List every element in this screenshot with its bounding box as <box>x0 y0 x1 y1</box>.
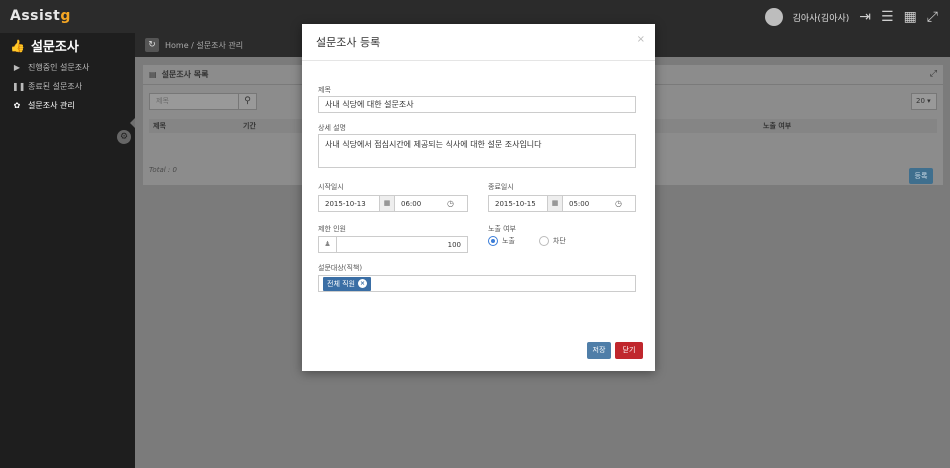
target-input[interactable]: 전체 직원 × <box>318 275 636 292</box>
limit-label: 제한 인원 <box>318 225 346 233</box>
close-icon[interactable]: × <box>637 34 645 45</box>
radio-show-label[interactable]: 노출 <box>502 236 515 246</box>
end-date-input[interactable]: 2015-10-15 <box>489 200 547 208</box>
start-datetime-label: 시작일시 <box>318 183 344 191</box>
calendar-icon[interactable]: ▦ <box>547 196 563 211</box>
expand-icon[interactable]: ⤢ <box>930 69 937 79</box>
search-icon[interactable]: ⚲ <box>238 94 256 109</box>
visibility-label: 노출 여부 <box>488 225 516 233</box>
sidebar-item-survey-management[interactable]: ✿ 설문조사 관리 <box>0 96 135 115</box>
description-label: 상세 설명 <box>318 124 346 132</box>
calendar-icon[interactable]: ▦ <box>379 196 395 211</box>
user-icon: ♟ <box>319 237 337 252</box>
target-tag: 전체 직원 × <box>323 276 371 291</box>
top-right-controls: 김아사(김아사) ⇥ ☰ ▦ ⤢ <box>764 8 938 26</box>
sidebar-item-ended-surveys[interactable]: ❚❚ 종료된 설문조사 <box>0 77 135 96</box>
modal-header: 설문조사 등록 × <box>302 24 655 61</box>
title-label: 제목 <box>318 86 331 94</box>
target-label: 설문대상(직책) <box>318 264 363 272</box>
modal-title: 설문조사 등록 <box>316 36 381 49</box>
save-button[interactable]: 저장 <box>587 342 611 359</box>
logout-icon[interactable]: ⇥ <box>859 9 871 25</box>
refresh-icon[interactable]: ↻ <box>145 38 159 52</box>
column-visibility[interactable]: 노출 여부 <box>759 121 791 131</box>
menu-icon[interactable]: ☰ <box>881 9 894 25</box>
close-button[interactable]: 닫기 <box>615 342 643 359</box>
search-input[interactable]: 제목 <box>150 94 238 109</box>
search-box: 제목 ⚲ <box>149 93 257 110</box>
pause-icon: ❚❚ <box>12 82 26 91</box>
clock-icon[interactable]: ◷ <box>615 199 622 208</box>
fullscreen-icon[interactable]: ⤢ <box>927 9 938 25</box>
total-count: Total : 0 <box>149 166 177 174</box>
title-input[interactable]: 사내 식당에 대한 설문조사 <box>318 96 636 113</box>
thumbs-up-icon: 👍 <box>10 38 25 53</box>
radio-block[interactable] <box>538 236 549 246</box>
register-button[interactable]: 등록 <box>909 168 933 184</box>
radio-show[interactable] <box>488 236 498 246</box>
remove-tag-icon[interactable]: × <box>358 279 367 288</box>
radio-block-label[interactable]: 차단 <box>553 236 566 246</box>
description-textarea[interactable]: 사내 식당에서 점심시간에 제공되는 식사에 대한 설문 조사입니다 <box>318 134 636 168</box>
sidebar-settings-icon[interactable]: ⚙ <box>117 130 131 144</box>
start-date-input[interactable]: 2015-10-13 <box>319 200 379 208</box>
column-title[interactable]: 제목 <box>149 121 239 131</box>
end-time-input[interactable]: 05:00 <box>563 200 615 208</box>
play-icon: ▶ <box>13 63 21 72</box>
grid-icon[interactable]: ▦ <box>904 9 917 25</box>
limit-input[interactable]: 100 <box>337 241 467 249</box>
survey-register-modal: 설문조사 등록 × 제목 사내 식당에 대한 설문조사 상세 설명 사내 식당에… <box>302 24 655 371</box>
gear-icon: ✿ <box>13 101 21 110</box>
sidebar: 👍 설문조사 ▶ 진행중인 설문조사 ❚❚ 종료된 설문조사 ✿ 설문조사 관리… <box>0 33 136 468</box>
end-datetime-label: 종료일시 <box>488 183 514 191</box>
sidebar-item-ongoing-surveys[interactable]: ▶ 진행중인 설문조사 <box>0 58 135 77</box>
end-datetime-group: 2015-10-15 ▦ 05:00 ◷ <box>488 195 636 212</box>
start-datetime-group: 2015-10-13 ▦ 06:00 ◷ <box>318 195 468 212</box>
app-logo[interactable]: Assistg <box>10 8 71 24</box>
user-name[interactable]: 김아사(김아사) <box>793 11 850 24</box>
limit-group: ♟ 100 <box>318 236 468 253</box>
avatar[interactable] <box>764 8 783 26</box>
list-icon: ▤ <box>149 70 157 79</box>
page-size-select[interactable]: 20 ▾ <box>911 93 937 110</box>
visibility-radio-group: 노출 차단 <box>488 236 566 246</box>
sidebar-title: 👍 설문조사 <box>10 38 79 56</box>
clock-icon[interactable]: ◷ <box>447 199 454 208</box>
start-time-input[interactable]: 06:00 <box>395 200 447 208</box>
